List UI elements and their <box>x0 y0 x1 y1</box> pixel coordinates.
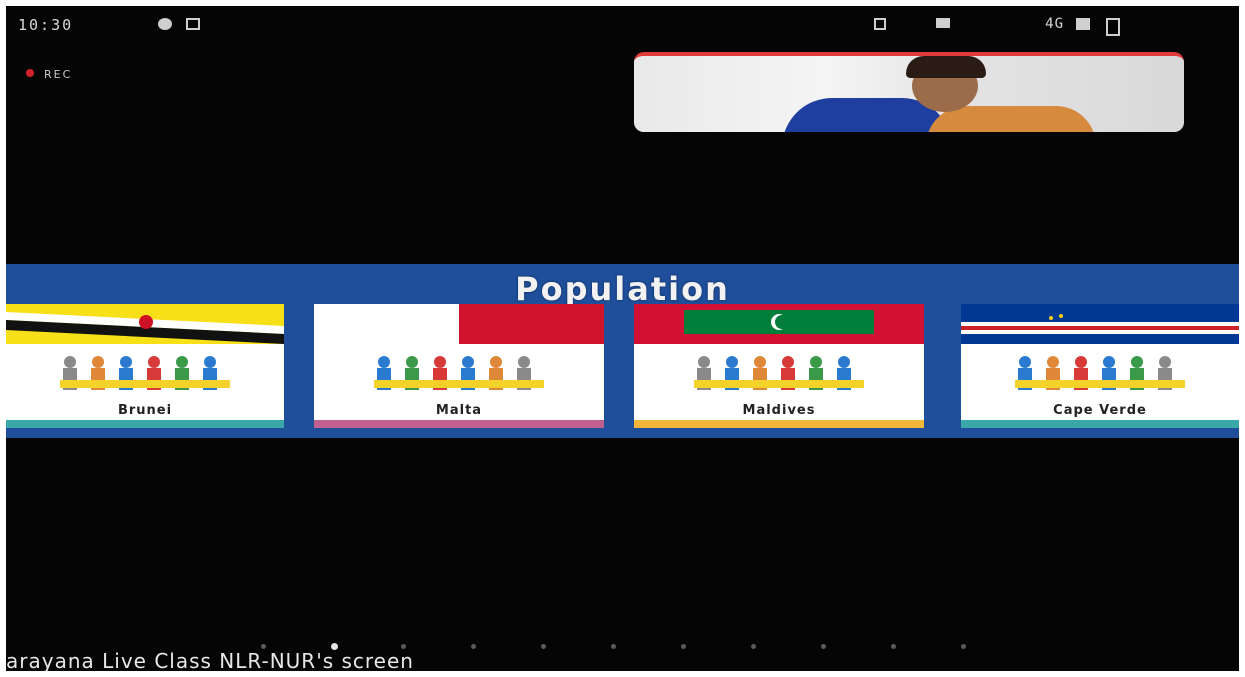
people-group-icon <box>694 356 864 390</box>
page-dot[interactable] <box>541 644 546 649</box>
country-label: Cape Verde <box>1053 403 1147 418</box>
signal-icon <box>1076 18 1090 30</box>
page-dot[interactable] <box>681 644 686 649</box>
country-label: Maldives <box>742 403 816 418</box>
maldives-flag-icon <box>634 304 924 344</box>
country-card-brunei: Brunei <box>6 304 284 428</box>
alarm-icon <box>874 18 886 30</box>
mute-icon <box>936 18 950 28</box>
page-dot[interactable] <box>611 644 616 649</box>
shared-slide: Population Brunei Malta Maldives Cape Ve… <box>6 264 1239 438</box>
country-label: Brunei <box>117 403 173 418</box>
recording-indicator: REC <box>26 68 72 81</box>
network-type: 4G <box>1045 16 1064 32</box>
cape-verde-flag-icon <box>961 304 1239 344</box>
battery-icon <box>1106 18 1120 36</box>
page-dot[interactable] <box>821 644 826 649</box>
page-dot[interactable] <box>471 644 476 649</box>
country-card-cape-verde: Cape Verde <box>961 304 1239 428</box>
page-dot[interactable] <box>891 644 896 649</box>
screen-share-caption: arayana Live Class NLR-NUR's screen <box>6 649 414 671</box>
record-dot-icon <box>26 69 34 77</box>
participant-hair <box>906 56 986 78</box>
page-dot[interactable] <box>751 644 756 649</box>
malta-flag-icon <box>314 304 604 344</box>
meeting-screen: 10:30 4G REC Population Brunei Malta Mal… <box>6 6 1239 671</box>
country-card-maldives: Maldives <box>634 304 924 428</box>
country-card-malta: Malta <box>314 304 604 428</box>
people-group-icon <box>374 356 544 390</box>
app-notification-icon <box>158 18 172 30</box>
people-group-icon <box>1015 356 1185 390</box>
brunei-flag-icon <box>6 304 284 344</box>
people-group-icon <box>60 356 230 390</box>
country-label: Malta <box>435 403 483 418</box>
status-bar: 10:30 4G <box>6 6 1239 42</box>
slide-title: Population <box>515 270 730 308</box>
screen-cast-icon <box>186 18 200 30</box>
recording-label: REC <box>44 68 73 81</box>
page-dot[interactable] <box>961 644 966 649</box>
status-time: 10:30 <box>18 16 74 34</box>
participant-video-thumbnail[interactable] <box>634 52 1184 132</box>
